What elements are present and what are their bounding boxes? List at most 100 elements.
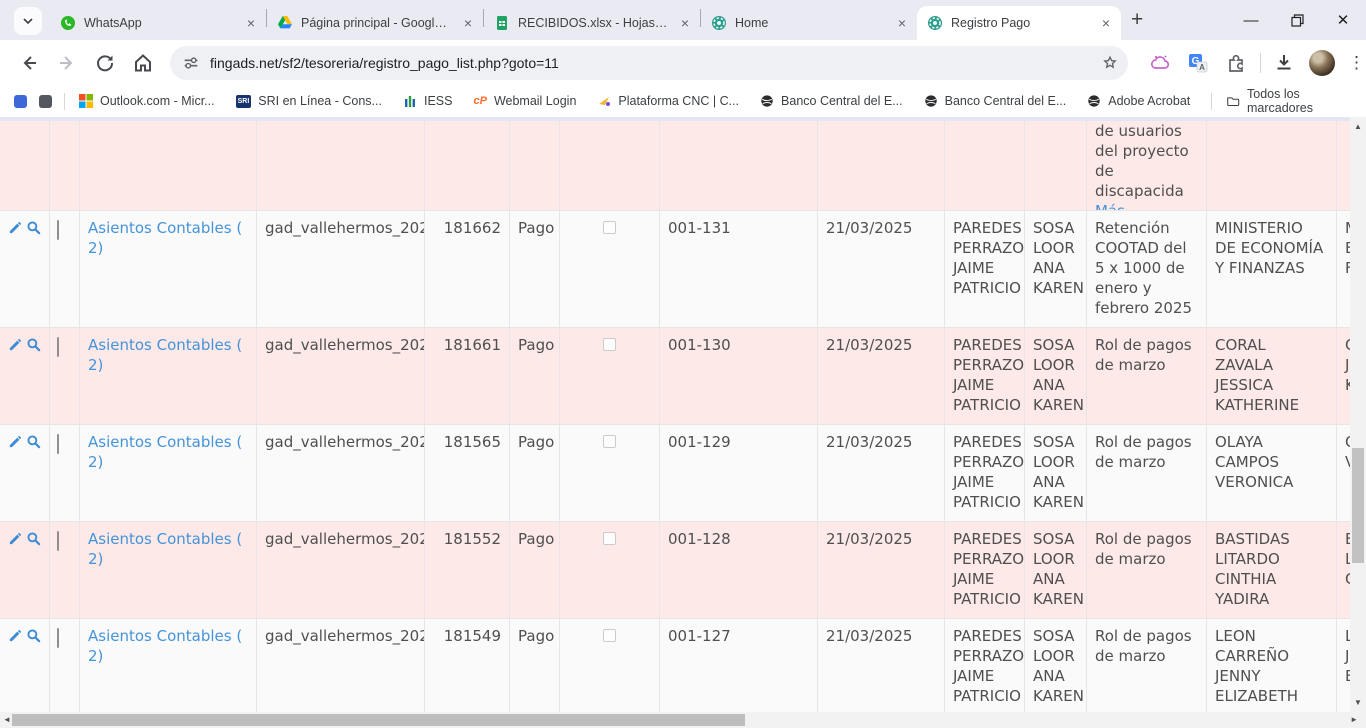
- vertical-scrollbar-thumb[interactable]: [1352, 448, 1364, 563]
- edit-pencil-icon[interactable]: [8, 628, 23, 643]
- cell-nombre2: SOSA LOOR ANA KAREN: [1025, 328, 1087, 424]
- close-window-button[interactable]: ✕: [1320, 0, 1366, 40]
- tab-whatsapp[interactable]: WhatsApp ×: [50, 6, 266, 40]
- cell-actions: [0, 211, 50, 327]
- asientos-link[interactable]: Asientos Contables ( 2): [88, 336, 242, 374]
- more-link[interactable]: Más ...: [1095, 202, 1144, 210]
- pinned-app-gray[interactable]: [39, 95, 52, 108]
- google-drive-icon: [277, 15, 293, 31]
- cell-corte: M E F: [1337, 211, 1350, 327]
- translate-icon[interactable]: GA: [1186, 51, 1210, 75]
- cell-fecha: 21/03/2025: [818, 328, 945, 424]
- flag-checkbox-disabled[interactable]: [603, 435, 616, 448]
- edit-pencil-icon[interactable]: [8, 337, 23, 352]
- bookmark-adobe[interactable]: Adobe Acrobat: [1087, 94, 1190, 108]
- flag-checkbox-disabled[interactable]: [603, 221, 616, 234]
- menu-dots-icon[interactable]: ⋮: [1348, 53, 1365, 73]
- cell-empresa: [257, 121, 425, 210]
- tab-google-drive[interactable]: Página principal - Google Dr ×: [267, 6, 483, 40]
- bookmark-banco-central-1[interactable]: Banco Central del E...: [760, 94, 903, 108]
- row-checkbox[interactable]: [57, 628, 59, 648]
- new-tab-button[interactable]: +: [1131, 9, 1143, 30]
- cell-comprobante: 001-129: [660, 425, 818, 521]
- horizontal-scrollbar-thumb[interactable]: [12, 714, 745, 726]
- cell-numero: 181662: [425, 211, 510, 327]
- downloads-icon[interactable]: [1272, 51, 1296, 75]
- all-bookmarks[interactable]: Todos los marcadores: [1211, 87, 1352, 115]
- pinned-app-blue[interactable]: [14, 95, 27, 108]
- labs-cloud-icon[interactable]: [1148, 51, 1172, 75]
- address-bar[interactable]: fingads.net/sf2/tesoreria/registro_pago_…: [170, 46, 1128, 80]
- asientos-link[interactable]: Asientos Contables ( 2): [88, 627, 242, 665]
- cell-descripcion: Rol de pagos de marzo: [1087, 522, 1207, 618]
- bookmark-outlook[interactable]: Outlook.com - Micr...: [79, 94, 215, 108]
- profile-avatar[interactable]: [1309, 50, 1335, 76]
- reload-icon[interactable]: [93, 51, 117, 75]
- back-icon[interactable]: [17, 51, 41, 75]
- cell-checkbox: [50, 121, 80, 210]
- asientos-link[interactable]: Asientos Contables ( 2): [88, 433, 242, 471]
- bookmark-star-icon[interactable]: [1100, 53, 1120, 73]
- horizontal-scrollbar[interactable]: ◄ ►: [0, 712, 1366, 728]
- tab-close-icon[interactable]: ×: [242, 14, 260, 32]
- cell-actions: [0, 425, 50, 521]
- cell-tipo: Pago: [510, 425, 560, 521]
- cnc-icon: [597, 94, 611, 108]
- url-text[interactable]: fingads.net/sf2/tesoreria/registro_pago_…: [210, 55, 1100, 71]
- row-checkbox[interactable]: [57, 531, 59, 551]
- site-settings-icon[interactable]: [182, 54, 200, 72]
- tab-registro-pago-active[interactable]: Registro Pago ×: [917, 6, 1121, 40]
- extensions-puzzle-icon[interactable]: [1224, 51, 1248, 75]
- cell-checkbox: [50, 619, 80, 712]
- row-checkbox[interactable]: [57, 434, 59, 454]
- view-magnifier-icon[interactable]: [26, 628, 41, 643]
- view-magnifier-icon[interactable]: [26, 531, 41, 546]
- tab-close-icon[interactable]: ×: [893, 14, 911, 32]
- cell-asientos: Asientos Contables ( 2): [80, 211, 257, 327]
- cell-comprobante: 001-127: [660, 619, 818, 712]
- bookmark-cnc[interactable]: Plataforma CNC | C...: [597, 94, 739, 108]
- cell-descripcion: Rol de pagos de marzo: [1087, 425, 1207, 521]
- vertical-scrollbar[interactable]: ▲ ▼: [1350, 117, 1366, 712]
- svg-text:A: A: [1199, 63, 1205, 72]
- scroll-up-arrow[interactable]: ▲: [1350, 122, 1366, 131]
- bookmark-banco-central-2[interactable]: Banco Central del E...: [924, 94, 1067, 108]
- tab-close-icon[interactable]: ×: [459, 14, 477, 32]
- cell-beneficiario: MINISTERIO DE ECONOMÍA Y FINANZAS: [1207, 211, 1337, 327]
- restore-button[interactable]: [1274, 0, 1320, 40]
- bookmarks-bar: Outlook.com - Micr... SRI SRI en Línea -…: [0, 85, 1366, 117]
- minimize-button[interactable]: —: [1228, 0, 1274, 40]
- tab-close-icon[interactable]: ×: [1097, 14, 1115, 32]
- row-checkbox[interactable]: [57, 337, 59, 357]
- edit-pencil-icon[interactable]: [8, 220, 23, 235]
- tab-home[interactable]: Home ×: [701, 6, 917, 40]
- bookmark-sri[interactable]: SRI SRI en Línea - Cons...: [236, 94, 382, 108]
- view-magnifier-icon[interactable]: [26, 220, 41, 235]
- toolbar-separator: [1260, 53, 1261, 73]
- cell-corte: L J E: [1337, 619, 1350, 712]
- bookmark-iess[interactable]: IESS: [403, 94, 453, 108]
- flag-checkbox-disabled[interactable]: [603, 629, 616, 642]
- tab-sheets[interactable]: RECIBIDOS.xlsx - Hojas de cá ×: [484, 6, 700, 40]
- google-sheets-icon: [494, 15, 510, 31]
- tab-search-button[interactable]: [14, 7, 42, 35]
- tab-close-icon[interactable]: ×: [676, 14, 694, 32]
- flag-checkbox-disabled[interactable]: [603, 338, 616, 351]
- view-magnifier-icon[interactable]: [26, 337, 41, 352]
- home-icon[interactable]: [131, 51, 155, 75]
- edit-pencil-icon[interactable]: [8, 531, 23, 546]
- flag-checkbox-disabled[interactable]: [603, 532, 616, 545]
- asientos-link[interactable]: Asientos Contables ( 2): [88, 219, 242, 257]
- scroll-left-arrow[interactable]: ◄: [3, 715, 11, 724]
- cell-numero: [425, 121, 510, 210]
- scroll-down-arrow[interactable]: ▼: [1350, 698, 1366, 707]
- bookmark-webmail[interactable]: cP Webmail Login: [473, 94, 576, 108]
- view-magnifier-icon[interactable]: [26, 434, 41, 449]
- bookmark-label: Plataforma CNC | C...: [618, 94, 739, 108]
- forward-icon[interactable]: [55, 51, 79, 75]
- cell-asientos: Asientos Contables ( 2): [80, 619, 257, 712]
- row-checkbox[interactable]: [57, 220, 59, 240]
- edit-pencil-icon[interactable]: [8, 434, 23, 449]
- scroll-right-arrow[interactable]: ►: [1350, 715, 1358, 724]
- asientos-link[interactable]: Asientos Contables ( 2): [88, 530, 242, 568]
